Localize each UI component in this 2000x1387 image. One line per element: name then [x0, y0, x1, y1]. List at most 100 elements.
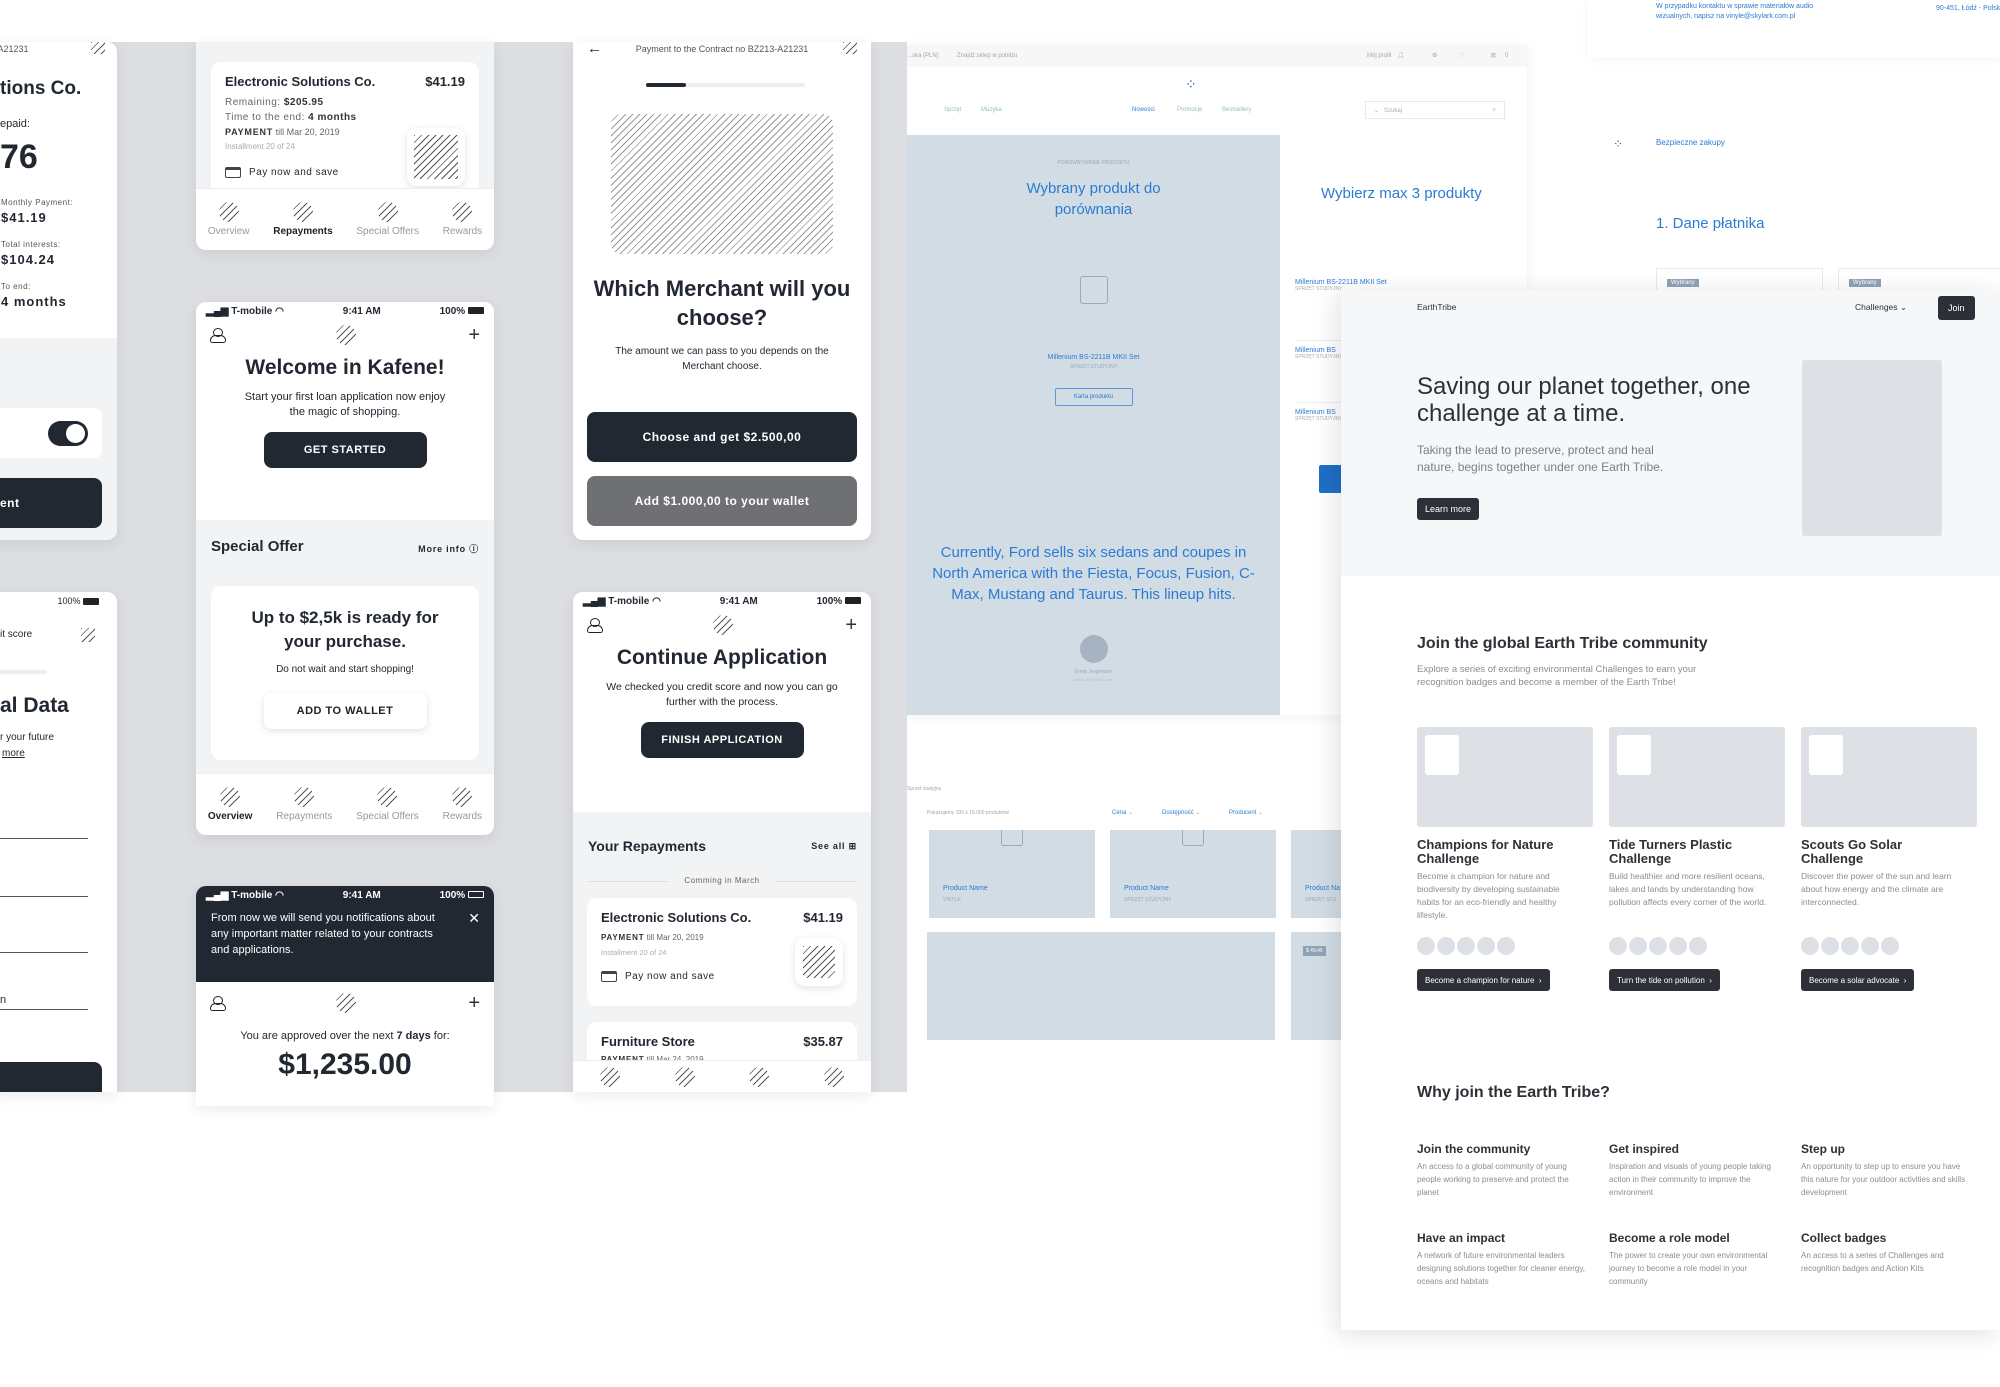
- finish-application-button[interactable]: FINISH APPLICATION: [640, 722, 804, 758]
- tab-overview[interactable]: Overview: [208, 787, 252, 822]
- bottom-nav: Overview Repayments Special Offers Rewar…: [196, 773, 494, 835]
- text-field[interactable]: [0, 838, 88, 839]
- tab-repayments[interactable]: Repayments: [276, 787, 332, 822]
- text-field[interactable]: [0, 952, 88, 953]
- product-card[interactable]: Product Name SPRZĘT STUDYJNY: [1110, 830, 1276, 918]
- product-card[interactable]: Product Name VINYLE: [929, 830, 1095, 918]
- tab-rewards[interactable]: [823, 1067, 844, 1087]
- carrier: ▂▄▆ T-mobile ◠: [206, 889, 284, 901]
- more-info-label: More info: [418, 544, 466, 554]
- skylark-checkout-page: ⁘ Bezpieczne zakupy 1. Dane płatnika Wyb…: [1588, 120, 2000, 308]
- text-field[interactable]: [0, 896, 88, 897]
- cart-icon[interactable]: 🛒︎: [1490, 52, 1498, 59]
- filter-label: Dostępność: [1162, 810, 1194, 816]
- product-card[interactable]: Product Na SPRZĘT STU: [1291, 830, 1347, 918]
- payment-button[interactable]: ent: [0, 478, 102, 528]
- challenge-cta-button[interactable]: Become a champion for nature ›: [1417, 969, 1550, 991]
- chevron-right-icon: ›: [1709, 975, 1712, 985]
- repayment-card[interactable]: Electronic Solutions Co. $41.19 Remainin…: [211, 62, 479, 202]
- add-to-wallet-button[interactable]: Add $1.000,00 to your wallet: [587, 476, 857, 526]
- progress-track: [0, 670, 47, 674]
- payment-button-label: ent: [0, 496, 20, 510]
- close-icon[interactable]: ✕: [468, 910, 480, 927]
- join-button[interactable]: Join: [1938, 296, 1975, 320]
- tab-rewards[interactable]: Rewards: [443, 202, 482, 237]
- clock: 9:41 AM: [342, 889, 381, 901]
- nav-new[interactable]: Nowości: [1132, 107, 1155, 113]
- battery: 100%: [440, 306, 484, 317]
- notification-screen: ▂▄▆ T-mobile ◠ 9:41 AM 100% From now we wi…: [196, 886, 494, 1106]
- see-all-link[interactable]: See all ⊞: [811, 841, 857, 852]
- tab-special-offers[interactable]: [749, 1067, 770, 1087]
- info-icon: ⓘ: [469, 544, 479, 554]
- heart-icon[interactable]: ♡: [1459, 52, 1464, 59]
- company-name: tions Co.: [0, 78, 82, 99]
- product-category: VINYLE: [943, 897, 961, 903]
- currency-link[interactable]: ...ska (PLN): [907, 53, 939, 59]
- divider-line: [776, 881, 856, 882]
- learn-more-button[interactable]: Learn more: [1417, 498, 1480, 520]
- add-icon[interactable]: +: [845, 615, 857, 635]
- tab-repayments[interactable]: Repayments: [273, 202, 333, 237]
- repayment-card[interactable]: Electronic Solutions Co. $41.19 PAYMENT …: [587, 898, 857, 1006]
- profile-icon[interactable]: [210, 996, 226, 1011]
- tab-special-offers[interactable]: Special Offers: [356, 202, 419, 237]
- badge-placeholder: [1609, 937, 1627, 955]
- field-value: n: [0, 994, 7, 1006]
- add-icon[interactable]: +: [468, 993, 480, 1013]
- profile-icon[interactable]: [587, 618, 603, 633]
- product-category: SPRZĘT STUDYJNY: [1069, 364, 1118, 370]
- nav-music[interactable]: Muzyka: [981, 107, 1002, 113]
- skylark-logo-icon[interactable]: ⁘: [1185, 76, 1197, 93]
- challenge-cta-button[interactable]: Turn the tide on pollution ›: [1609, 969, 1720, 991]
- add-to-wallet-button[interactable]: ADD TO WALLET: [264, 693, 427, 729]
- nav-bestsellers[interactable]: Bestsellery: [1222, 107, 1251, 113]
- tab-repayments[interactable]: [674, 1067, 695, 1087]
- product-card-button[interactable]: Karta produktu: [1054, 388, 1133, 406]
- challenge-cta-button[interactable]: Become a solar advocate ›: [1801, 969, 1915, 991]
- tab-rewards[interactable]: Rewards: [443, 787, 482, 822]
- user-icon[interactable]: 👤︎: [1397, 52, 1405, 59]
- profile-icon[interactable]: [210, 328, 226, 343]
- get-started-button[interactable]: GET STARTED: [263, 432, 427, 468]
- author-avatar: [1079, 635, 1108, 663]
- listing-count: Pokazujemy 100 z 15.000 produktów: [927, 810, 1009, 816]
- filter-price[interactable]: Cena ⌄: [1112, 809, 1133, 816]
- tab-overview[interactable]: Overview: [208, 202, 250, 237]
- progress-track: [646, 83, 805, 87]
- filter-producer[interactable]: Producent ⌄: [1229, 809, 1263, 816]
- nav-promotions[interactable]: Promocje: [1177, 107, 1202, 113]
- quote-text: Currently, Ford sells six sedans and cou…: [932, 544, 1255, 603]
- settings-icon[interactable]: ⚙︎: [1432, 52, 1437, 59]
- promo-card[interactable]: $ 49.49: [1291, 932, 1347, 1040]
- search-input[interactable]: ⌄ Szukaj ⌕: [1365, 101, 1505, 119]
- profile-link[interactable]: Mój profil: [1367, 53, 1391, 59]
- challenge-badge-placeholder: [1425, 735, 1459, 775]
- welcome-subtitle: Start your first loan application now en…: [244, 391, 446, 418]
- reason-desc: The power to create your own environment…: [1609, 1251, 1768, 1286]
- autopay-toggle[interactable]: [48, 421, 88, 446]
- more-info-link[interactable]: More info ⓘ: [418, 542, 479, 555]
- continue-button[interactable]: [0, 1062, 102, 1092]
- add-icon[interactable]: +: [468, 325, 480, 345]
- filter-availability[interactable]: Dostępność ⌄: [1162, 809, 1200, 816]
- tab-overview[interactable]: [600, 1067, 621, 1087]
- battery-icon: [467, 307, 484, 315]
- read-more-link[interactable]: more: [2, 748, 25, 759]
- monthly-payment-label: Monthly Payment:: [1, 198, 74, 207]
- store-finder-link[interactable]: Znajdź sklep w pobliżu: [957, 53, 1017, 59]
- personal-data-sub: r your future: [0, 732, 54, 743]
- text-field[interactable]: n: [0, 994, 88, 1010]
- nav-equipment[interactable]: Sprzęt: [944, 107, 961, 113]
- reason-desc: An opportunity to step up to ensure you …: [1801, 1162, 1966, 1197]
- tab-label: Repayments: [276, 811, 333, 822]
- tab-special-offers[interactable]: Special Offers: [356, 787, 419, 822]
- product-name[interactable]: Millenium BS-2211B MKII Set: [907, 354, 1280, 361]
- payer-title: 1. Dane płatnika: [1656, 215, 1765, 232]
- credit-card-icon: [601, 971, 617, 982]
- challenges-menu[interactable]: Challenges ⌄: [1855, 302, 1907, 313]
- brand-logo[interactable]: EarthTribe: [1417, 302, 1456, 312]
- badge-placeholder: [1881, 937, 1899, 955]
- choose-merchant-button[interactable]: Choose and get $2.500,00: [587, 412, 857, 462]
- badge-placeholder: [1861, 937, 1879, 955]
